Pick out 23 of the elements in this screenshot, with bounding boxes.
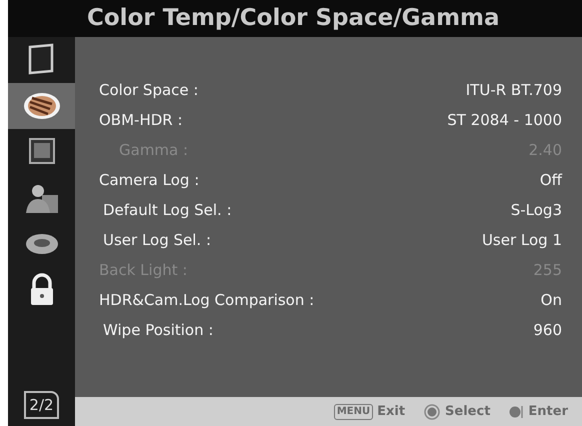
setting-value: User Log 1 bbox=[482, 230, 562, 251]
setting-label: OBM-HDR : bbox=[99, 110, 183, 131]
push-dial-icon bbox=[508, 404, 524, 420]
menu-key: MENU bbox=[334, 404, 374, 420]
setting-value: On bbox=[540, 290, 562, 311]
setting-label: User Log Sel. : bbox=[103, 230, 212, 251]
setting-value: ST 2084 - 1000 bbox=[447, 110, 562, 131]
setting-label: HDR&Cam.Log Comparison : bbox=[99, 290, 314, 311]
page-indicator[interactable]: 2/2 bbox=[24, 391, 59, 419]
setting-value: ITU-R BT.709 bbox=[466, 80, 562, 101]
setting-label: Default Log Sel. : bbox=[103, 200, 232, 221]
setting-value: 960 bbox=[533, 320, 562, 341]
sidebar-item[interactable] bbox=[8, 83, 75, 129]
enter-hint: Enter bbox=[528, 402, 568, 421]
setting-value: Off bbox=[540, 170, 562, 191]
select-hint: Select bbox=[445, 402, 490, 421]
setting-label: Color Space : bbox=[99, 80, 198, 101]
exit-hint: Exit bbox=[377, 402, 406, 421]
setting-value: S-Log3 bbox=[510, 200, 562, 221]
setting-label: Wipe Position : bbox=[103, 320, 214, 341]
setting-label: Camera Log : bbox=[99, 170, 200, 191]
menu-title: Color Temp/Color Space/Gamma bbox=[86, 4, 500, 34]
dial-icon bbox=[423, 404, 442, 420]
